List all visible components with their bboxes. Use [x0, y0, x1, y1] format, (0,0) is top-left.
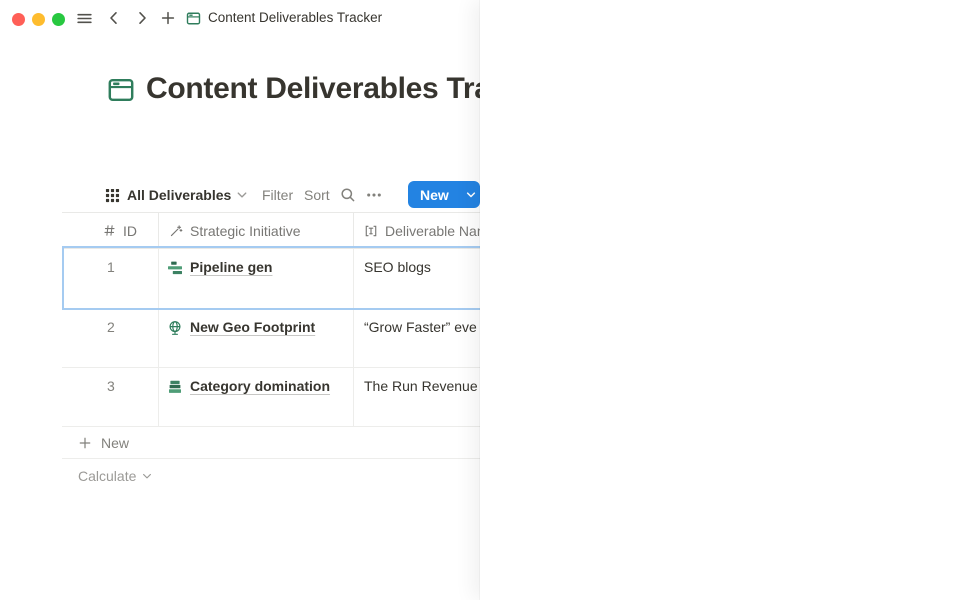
column-label: ID — [123, 223, 137, 239]
page-link[interactable]: Category domination — [190, 378, 330, 426]
cell-id[interactable]: 3 — [62, 368, 158, 426]
new-record-button[interactable]: New — [408, 181, 480, 208]
globe-icon — [167, 320, 183, 336]
back-icon[interactable] — [106, 10, 122, 26]
hash-icon — [103, 224, 116, 237]
text-icon — [364, 224, 378, 238]
forward-icon[interactable] — [134, 10, 150, 26]
minimize-window-button[interactable] — [32, 13, 45, 26]
maximize-window-button[interactable] — [52, 13, 65, 26]
calculate-label: Calculate — [78, 468, 136, 484]
column-header-id[interactable]: ID — [62, 213, 158, 248]
close-window-button[interactable] — [12, 13, 25, 26]
column-label: Strategic Initiative — [190, 223, 301, 239]
filter-label: Filter — [262, 187, 293, 203]
page-icon[interactable] — [107, 76, 135, 104]
cell-initiative[interactable]: Category domination — [158, 368, 353, 426]
sort-label: Sort — [304, 187, 330, 203]
cell-initiative[interactable]: Pipeline gen — [158, 249, 353, 308]
new-button-label: New — [408, 187, 459, 203]
new-tab-icon[interactable] — [160, 10, 176, 26]
doc-icon — [186, 11, 201, 26]
cell-initiative[interactable]: New Geo Footprint — [158, 309, 353, 367]
chevron-down-icon — [141, 470, 153, 482]
search-icon — [340, 187, 356, 203]
more-dots-icon — [366, 187, 382, 203]
plus-icon — [78, 436, 92, 450]
side-peek-panel: Share Pipeline gen Deliverable Name SEO … — [480, 0, 960, 600]
table-view-icon — [105, 188, 120, 203]
page-link[interactable]: Pipeline gen — [190, 259, 272, 308]
cabinet-icon — [167, 379, 183, 395]
view-name: All Deliverables — [127, 187, 231, 203]
search-button[interactable] — [340, 181, 356, 209]
sidebar-menu-icon[interactable] — [76, 10, 93, 27]
cell-id[interactable]: 1 — [62, 249, 158, 308]
column-header-strategic-initiative[interactable]: Strategic Initiative — [158, 213, 353, 248]
tab-title[interactable]: Content Deliverables Tracker — [208, 10, 382, 25]
chevron-down-icon — [236, 189, 248, 201]
filter-button[interactable]: Filter — [262, 181, 293, 209]
view-tab[interactable]: All Deliverables — [105, 181, 248, 209]
page-link[interactable]: New Geo Footprint — [190, 319, 315, 367]
app-window: Content Deliverables Tracker Content Del… — [0, 0, 960, 600]
view-options-button[interactable] — [366, 181, 382, 209]
bars-chart-icon — [167, 260, 183, 276]
wand-icon — [169, 224, 183, 238]
sort-button[interactable]: Sort — [304, 181, 330, 209]
cell-id[interactable]: 2 — [62, 309, 158, 367]
new-row-label: New — [101, 435, 129, 451]
